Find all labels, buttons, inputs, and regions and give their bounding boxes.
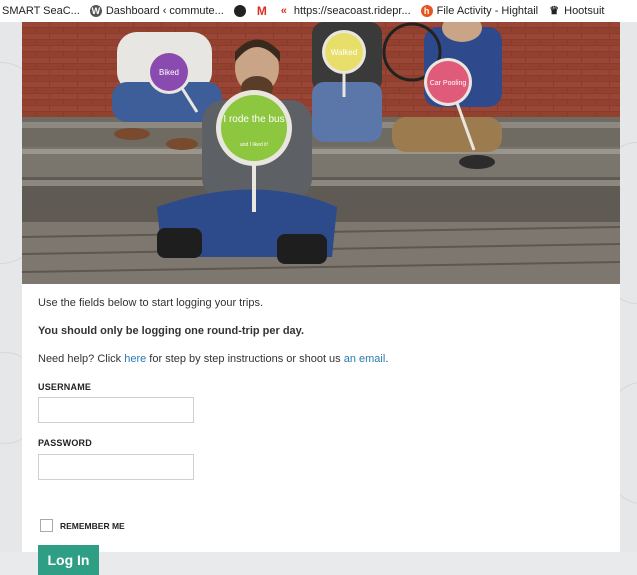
help-prefix: Need help? Click: [38, 353, 125, 365]
bookmark-smart-seacoast[interactable]: SMART SeaC...: [2, 5, 80, 17]
hootsuite-icon: ♛: [548, 5, 561, 17]
help-text: Need help? Click here for step by step i…: [38, 353, 388, 365]
bookmark-gmail[interactable]: M: [255, 4, 268, 18]
sign-left-text: Biked: [159, 68, 179, 77]
remember-me-label[interactable]: REMEMBER ME: [60, 521, 125, 531]
username-field[interactable]: [38, 397, 194, 423]
sign-center-subtext: and I liked it!: [240, 142, 268, 148]
username-label: USERNAME: [38, 382, 92, 392]
help-suffix: .: [385, 353, 389, 365]
hightail-icon: h: [420, 5, 433, 17]
bookmark-ridepr[interactable]: « https://seacoast.ridepr...: [277, 5, 411, 17]
intro-warning: You should only be logging one round-tri…: [38, 325, 305, 337]
bookmark-label: SMART SeaC...: [2, 5, 80, 17]
help-link[interactable]: here: [124, 353, 146, 365]
help-middle: for step by step instructions or shoot u…: [146, 353, 344, 365]
circle-icon: [233, 5, 246, 17]
bookmarks-bar: SMART SeaC... W Dashboard ‹ commute... M…: [0, 0, 637, 22]
bookmark-label: File Activity - Hightail: [436, 5, 539, 17]
hero-photo: I rode the bus and I liked it! Biked Wal…: [22, 22, 620, 284]
bookmark-label: https://seacoast.ridepr...: [293, 5, 411, 17]
bookmark-label: Dashboard ‹ commute...: [105, 5, 224, 17]
intro-text: Use the fields below to start logging yo…: [38, 297, 264, 309]
sign-right-text: Car Pooling: [430, 80, 467, 87]
sign-mid-text: Walked: [331, 48, 357, 57]
gmail-icon: M: [255, 4, 268, 18]
sign-center-text: I rode the bus: [223, 114, 284, 125]
password-field[interactable]: [38, 454, 194, 480]
bookmark-dashboard[interactable]: W Dashboard ‹ commute...: [89, 5, 224, 17]
email-link[interactable]: an email: [344, 353, 386, 365]
login-button[interactable]: Log In: [38, 545, 99, 575]
password-label: PASSWORD: [38, 438, 92, 448]
bookmark-hootsuite[interactable]: ♛ Hootsuit: [548, 5, 604, 17]
hero-illustration: I rode the bus and I liked it! Biked Wal…: [22, 22, 620, 284]
link-icon: «: [277, 5, 290, 17]
bookmark-extension[interactable]: [233, 5, 246, 17]
bookmark-label: Hootsuit: [564, 5, 605, 17]
wordpress-icon: W: [89, 5, 102, 17]
bookmark-hightail[interactable]: h File Activity - Hightail: [420, 5, 539, 17]
remember-me-checkbox[interactable]: [40, 519, 53, 532]
login-card: I rode the bus and I liked it! Biked Wal…: [22, 22, 620, 575]
